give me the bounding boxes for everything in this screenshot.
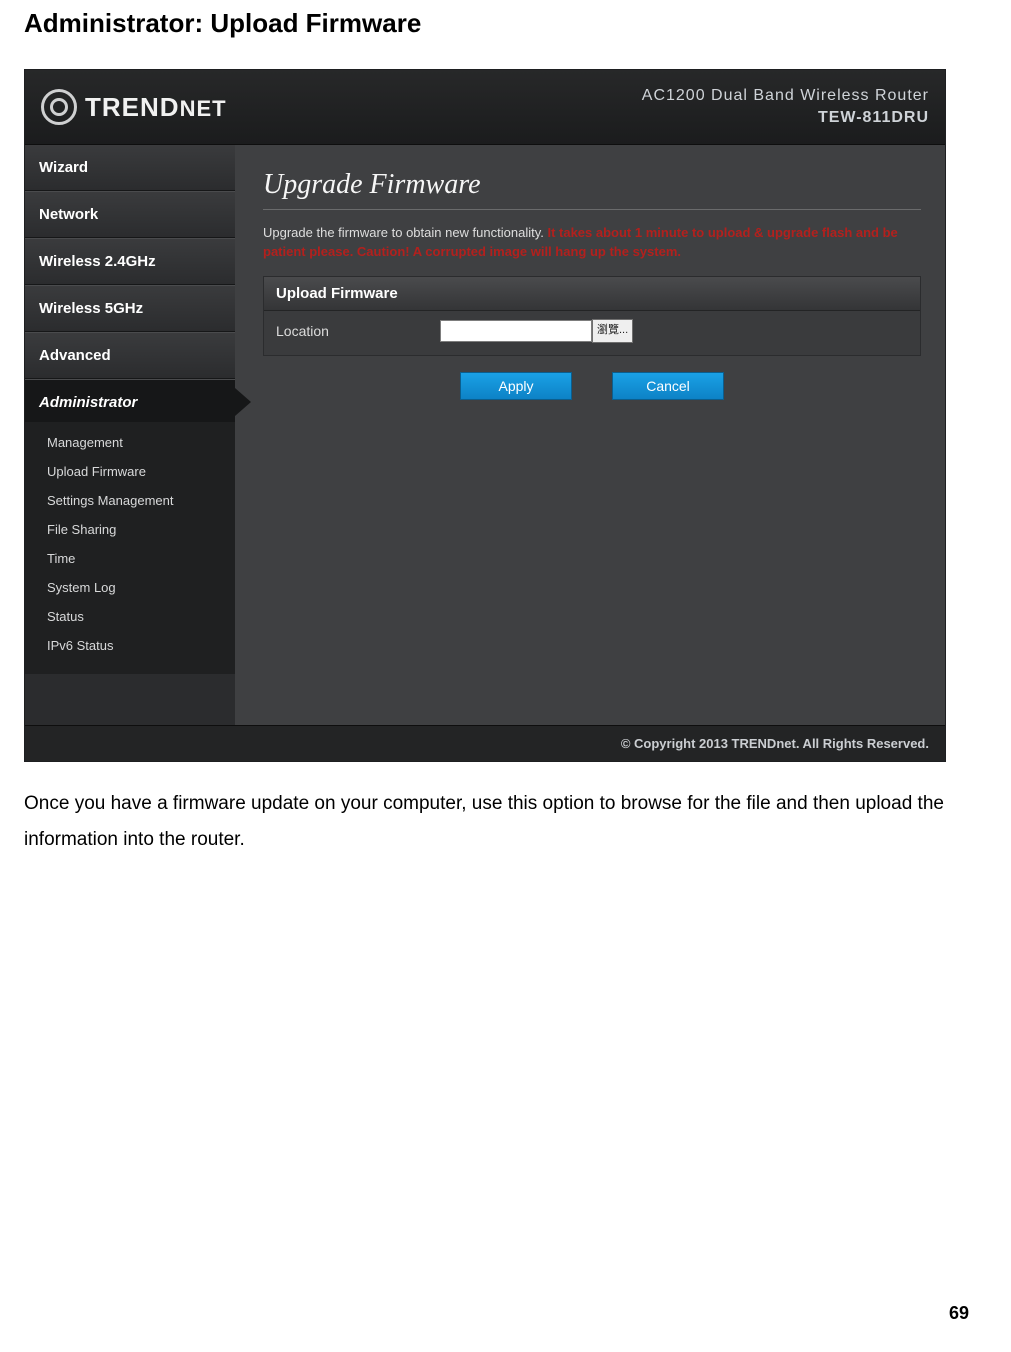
doc-heading: Administrator: Upload Firmware [24, 8, 987, 39]
sidebar: Wizard Network Wireless 2.4GHz Wireless … [25, 145, 235, 725]
file-input-group: 瀏覽... [440, 319, 633, 343]
sidebar-item-advanced[interactable]: Advanced [25, 332, 235, 379]
sub-item-ipv6-status[interactable]: IPv6 Status [25, 631, 235, 660]
router-admin-screenshot: TRENDNET AC1200 Dual Band Wireless Route… [24, 69, 946, 762]
title-divider [263, 209, 921, 210]
desc-text: Upgrade the firmware to obtain new funct… [263, 225, 547, 240]
panel-body: Location 瀏覽... [264, 311, 920, 355]
location-row: Location 瀏覽... [276, 319, 908, 343]
content-area: Upgrade Firmware Upgrade the firmware to… [235, 145, 945, 725]
sub-item-settings-management[interactable]: Settings Management [25, 486, 235, 515]
product-title: AC1200 Dual Band Wireless Router TEW-811… [642, 85, 929, 128]
sub-item-status[interactable]: Status [25, 602, 235, 631]
sub-item-file-sharing[interactable]: File Sharing [25, 515, 235, 544]
brand-logo: TRENDNET [41, 89, 227, 125]
router-footer: © Copyright 2013 TRENDnet. All Rights Re… [25, 725, 945, 761]
router-body: Wizard Network Wireless 2.4GHz Wireless … [25, 145, 945, 725]
location-label: Location [276, 323, 436, 339]
page-number: 69 [949, 1303, 969, 1324]
apply-button[interactable]: Apply [460, 372, 572, 400]
sidebar-item-wireless-24[interactable]: Wireless 2.4GHz [25, 238, 235, 285]
page-title: Upgrade Firmware [263, 169, 921, 201]
doc-body-text: Once you have a firmware update on your … [24, 786, 954, 858]
page-description: Upgrade the firmware to obtain new funct… [263, 224, 921, 262]
sub-item-upload-firmware[interactable]: Upload Firmware [25, 457, 235, 486]
router-header: TRENDNET AC1200 Dual Band Wireless Route… [25, 70, 945, 145]
trendnet-logo-icon [41, 89, 77, 125]
sidebar-item-network[interactable]: Network [25, 191, 235, 238]
action-buttons: Apply Cancel [263, 372, 921, 400]
brand-name: TRENDNET [85, 92, 227, 123]
panel-header: Upload Firmware [264, 277, 920, 311]
sub-item-system-log[interactable]: System Log [25, 573, 235, 602]
sidebar-subnav: Management Upload Firmware Settings Mana… [25, 422, 235, 674]
sub-item-time[interactable]: Time [25, 544, 235, 573]
sub-item-management[interactable]: Management [25, 428, 235, 457]
sidebar-item-administrator[interactable]: Administrator [25, 379, 235, 422]
cancel-button[interactable]: Cancel [612, 372, 724, 400]
file-path-input[interactable] [440, 320, 592, 342]
browse-button[interactable]: 瀏覽... [592, 319, 633, 343]
product-line1: AC1200 Dual Band Wireless Router [642, 85, 929, 107]
upload-firmware-panel: Upload Firmware Location 瀏覽... [263, 276, 921, 356]
sidebar-item-wireless-5[interactable]: Wireless 5GHz [25, 285, 235, 332]
product-model: TEW-811DRU [642, 107, 929, 129]
sidebar-item-wizard[interactable]: Wizard [25, 145, 235, 191]
